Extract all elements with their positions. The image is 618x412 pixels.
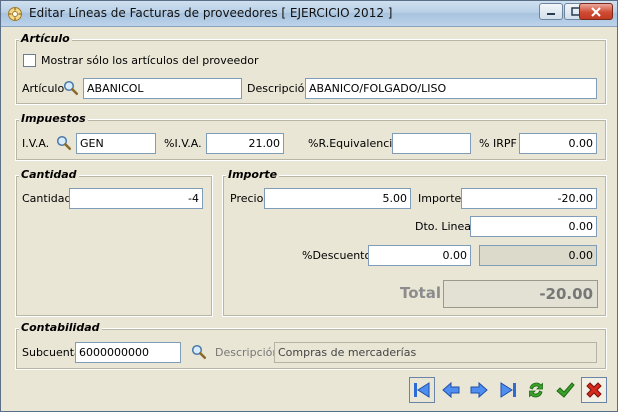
subcuenta-input[interactable]: 6000000000 (75, 342, 181, 363)
close-button[interactable] (579, 3, 613, 20)
total-value: -20.00 (443, 280, 598, 308)
dto-lineal-input[interactable]: 0.00 (470, 216, 597, 237)
articulo-label: Artículo (22, 82, 65, 95)
precio-input[interactable]: 5.00 (264, 188, 411, 209)
previous-icon (442, 381, 460, 399)
contabilidad-descripcion-label: Descripción (215, 346, 280, 359)
descripcion-label: Descripción (247, 82, 312, 95)
impuestos-section-title: Impuestos (19, 112, 88, 125)
articulo-search-icon[interactable] (63, 80, 79, 96)
irpf-input[interactable]: 0.00 (519, 133, 597, 154)
contabilidad-descripcion-input: Compras de mercaderías (274, 342, 597, 363)
only-supplier-articles-label: Mostrar sólo los artículos del proveedor (41, 54, 259, 67)
descripcion-input[interactable]: ABANICO/FOLGADO/LISO (305, 78, 597, 99)
refresh-button[interactable] (523, 377, 549, 403)
minimize-icon (547, 12, 555, 15)
recargo-equivalencia-input[interactable] (392, 133, 471, 154)
importe-input[interactable]: -20.00 (461, 188, 597, 209)
articulo-section-title: Artículo (19, 32, 72, 45)
subcuenta-label: Subcuenta (22, 346, 81, 359)
descuento-amount: 0.00 (479, 245, 597, 266)
piva-input[interactable]: 21.00 (206, 133, 284, 154)
title-bar: Editar Líneas de Facturas de proveedores… (1, 1, 617, 27)
last-icon (500, 382, 516, 398)
contabilidad-section-title: Contabilidad (19, 321, 102, 334)
irpf-label: % IRPF (479, 137, 517, 150)
minimize-button[interactable] (539, 3, 563, 20)
iva-input[interactable]: GEN (76, 133, 156, 154)
refresh-icon (529, 382, 543, 398)
descuento-input[interactable]: 0.00 (368, 245, 471, 266)
accept-icon (556, 382, 575, 398)
dto-lineal-label: Dto. Lineal (415, 220, 475, 233)
window-title: Editar Líneas de Facturas de proveedores… (29, 6, 393, 20)
cantidad-section-title: Cantidad (19, 168, 79, 181)
first-icon (414, 382, 430, 398)
iva-search-icon[interactable] (56, 135, 72, 151)
subcuenta-search-icon[interactable] (191, 344, 207, 360)
cantidad-input[interactable]: -4 (69, 188, 203, 209)
edit-invoice-lines-window: Editar Líneas de Facturas de proveedores… (0, 0, 618, 412)
importe-section-title: Importe (226, 168, 280, 181)
cancel-icon (586, 382, 602, 398)
articulo-input[interactable]: ABANICOL (83, 78, 242, 99)
precio-label: Precio (230, 192, 264, 205)
previous-record-button[interactable] (438, 377, 464, 403)
piva-label: %I.V.A. (164, 137, 202, 150)
app-icon (8, 7, 22, 21)
only-supplier-articles-checkbox[interactable] (23, 54, 36, 67)
total-label: Total (400, 284, 441, 302)
accept-button[interactable] (552, 377, 578, 403)
descuento-label: %Descuento (302, 249, 372, 262)
next-record-button[interactable] (466, 377, 492, 403)
iva-label: I.V.A. (22, 137, 50, 150)
first-record-button[interactable] (409, 377, 435, 403)
recargo-equivalencia-label: %R.Equivalencia (308, 137, 400, 150)
next-icon (470, 381, 488, 399)
cantidad-label: Cantidad (22, 192, 72, 205)
last-record-button[interactable] (495, 377, 521, 403)
importe-label: Importe (418, 192, 462, 205)
close-icon (591, 6, 601, 17)
cancel-button[interactable] (581, 377, 607, 403)
